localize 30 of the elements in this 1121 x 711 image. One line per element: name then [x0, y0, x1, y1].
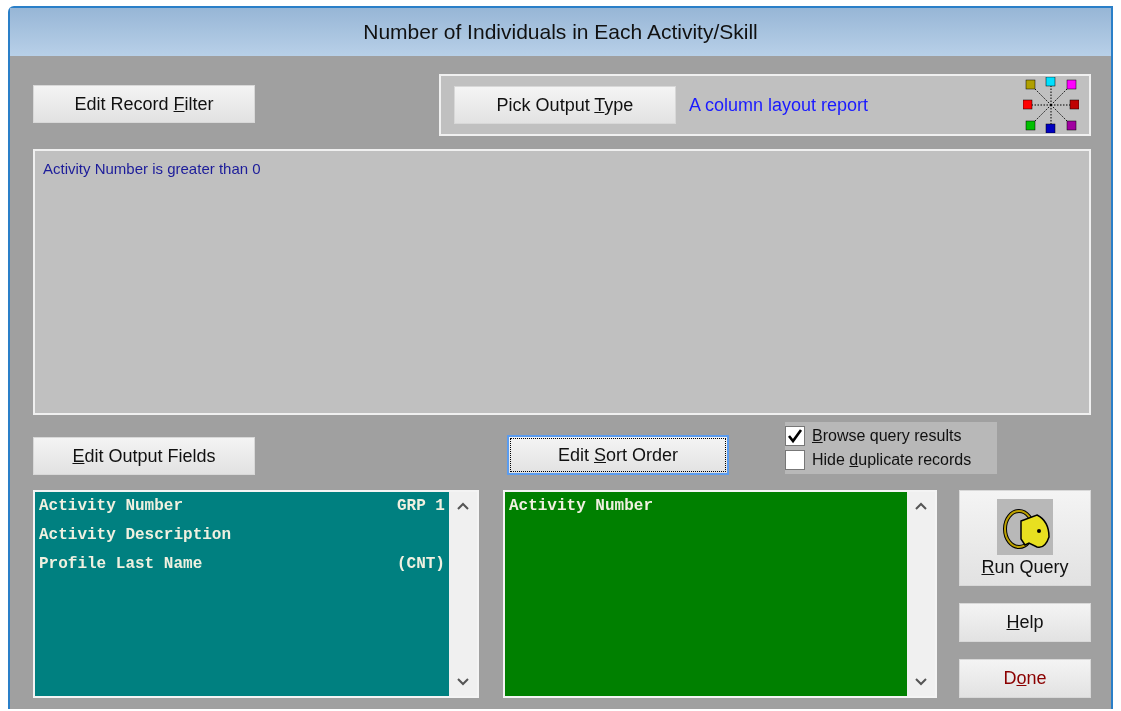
key-icon: [997, 498, 1053, 555]
field-name[interactable]: Activity Description: [39, 526, 232, 555]
sort-order-list[interactable]: Activity Number: [502, 490, 937, 698]
scrollbar[interactable]: [907, 492, 935, 696]
output-fields-list[interactable]: Activity Number GRP 1 Activity Description Profile Last Name (CNT): [33, 490, 479, 698]
field-name[interactable]: Activity Number: [508, 497, 653, 526]
run-query-button[interactable]: Run Query: [959, 490, 1091, 586]
scroll-down-icon[interactable]: [915, 678, 927, 686]
help-button[interactable]: Help: [959, 603, 1091, 642]
window-title: Number of Individuals in Each Activity/Skill: [363, 20, 758, 44]
option-checkbox[interactable]: Hide duplicate records: [785, 450, 972, 470]
scroll-down-icon[interactable]: [456, 678, 469, 686]
output-type-label: A column layout report: [689, 94, 870, 116]
scroll-up-icon[interactable]: [915, 502, 927, 510]
filter-text: Activity Number is greater than 0: [43, 160, 261, 177]
edit-output-fields-button[interactable]: Edit Output Fields: [33, 437, 255, 475]
checkbox[interactable]: [785, 426, 805, 446]
done-button[interactable]: Done: [959, 659, 1091, 698]
field-name[interactable]: Activity Number: [39, 497, 184, 526]
edit-record-filter-button[interactable]: Edit Record Filter: [33, 85, 255, 123]
field-name[interactable]: Profile Last Name: [39, 555, 203, 584]
pick-output-type-button[interactable]: Pick Output Type: [454, 86, 676, 124]
field-tag: GRP 1: [396, 497, 445, 526]
field-tag: (CNT): [396, 555, 445, 584]
scrollbar[interactable]: [448, 492, 477, 696]
layout-icon[interactable]: [1023, 77, 1079, 133]
checkbox[interactable]: [785, 450, 805, 470]
option-checkbox[interactable]: Browse query results: [785, 426, 972, 446]
scroll-up-icon[interactable]: [456, 502, 469, 510]
edit-sort-order-button[interactable]: Edit Sort Order: [507, 435, 729, 475]
